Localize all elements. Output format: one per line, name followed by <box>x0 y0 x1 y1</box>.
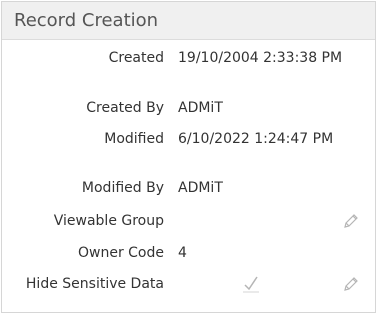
pencil-icon[interactable] <box>343 213 359 229</box>
field-label: Modified By <box>81 180 164 196</box>
field-value: ADMiT <box>178 100 223 116</box>
checkmark-icon <box>241 274 261 294</box>
field-label: Viewable Group <box>53 213 164 229</box>
field-value: ADMiT <box>178 180 223 196</box>
field-label: Owner Code <box>77 245 164 261</box>
panel-title: Record Creation <box>2 2 375 40</box>
field-value: 6/10/2022 1:24:47 PM <box>178 131 334 147</box>
field-value: 4 <box>178 245 187 261</box>
record-creation-panel: Record Creation Created 19/10/2004 2:33:… <box>1 1 376 313</box>
field-label: Created By <box>86 100 164 116</box>
field-label: Created <box>108 50 164 66</box>
field-label: Modified <box>104 131 164 147</box>
pencil-icon[interactable] <box>343 276 359 292</box>
field-label: Hide Sensitive Data <box>25 276 164 292</box>
field-value: 19/10/2004 2:33:38 PM <box>178 50 343 66</box>
